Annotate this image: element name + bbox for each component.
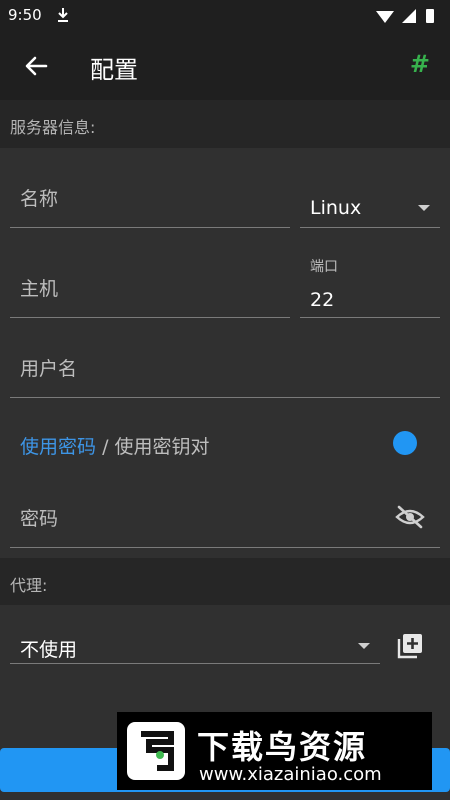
host-field[interactable]: 主机 (20, 274, 58, 301)
signal-icon (402, 9, 416, 23)
proxy-section-title: 代理: (10, 576, 48, 595)
os-type-select[interactable]: Linux (310, 197, 361, 219)
watermark-url: www.xiazainiao.com (199, 764, 382, 785)
wifi-icon (376, 11, 394, 23)
username-field[interactable]: 用户名 (20, 354, 77, 381)
proxy-section-header: 代理: (0, 558, 450, 605)
auth-mode-switch[interactable] (393, 431, 417, 455)
watermark-logo (127, 722, 185, 780)
name-field[interactable]: 名称 (20, 184, 58, 211)
add-proxy-icon[interactable] (396, 632, 424, 660)
auth-mode-toggle-label: 使用密码 / 使用密钥对 (20, 432, 210, 459)
status-time: 9:50 (8, 6, 42, 24)
server-section-header: 服务器信息: (0, 100, 450, 148)
server-section-title: 服务器信息: (10, 118, 96, 137)
auth-keypair-label: 使用密钥对 (114, 436, 210, 458)
host-underline (10, 317, 290, 318)
name-underline (10, 227, 290, 228)
system-status-icons (376, 9, 434, 23)
port-label: 端口 (310, 259, 338, 275)
status-bar: 9:50 (0, 0, 450, 32)
download-icon (58, 8, 68, 22)
watermark-title: 下载鸟资源 (197, 728, 368, 766)
port-underline (300, 317, 440, 318)
proxy-underline (10, 663, 380, 664)
chevron-down-icon[interactable] (358, 643, 370, 649)
app-bar: 配置 # (0, 32, 450, 100)
battery-icon (426, 9, 434, 23)
proxy-select[interactable]: 不使用 (20, 635, 77, 662)
os-type-underline (300, 227, 440, 228)
port-field[interactable]: 22 (310, 289, 334, 311)
username-underline (10, 397, 440, 398)
password-field[interactable]: 密码 (20, 504, 58, 531)
visibility-off-icon[interactable] (395, 505, 425, 529)
auth-separator: / (102, 436, 109, 458)
watermark-overlay: 下载鸟资源 www.xiazainiao.com (117, 712, 432, 790)
back-arrow-icon[interactable] (22, 52, 50, 80)
auth-password-label: 使用密码 (20, 436, 97, 458)
chevron-down-icon[interactable] (418, 205, 430, 211)
page-title: 配置 (90, 56, 138, 84)
password-underline (10, 547, 440, 548)
hash-button[interactable]: # (410, 50, 430, 78)
